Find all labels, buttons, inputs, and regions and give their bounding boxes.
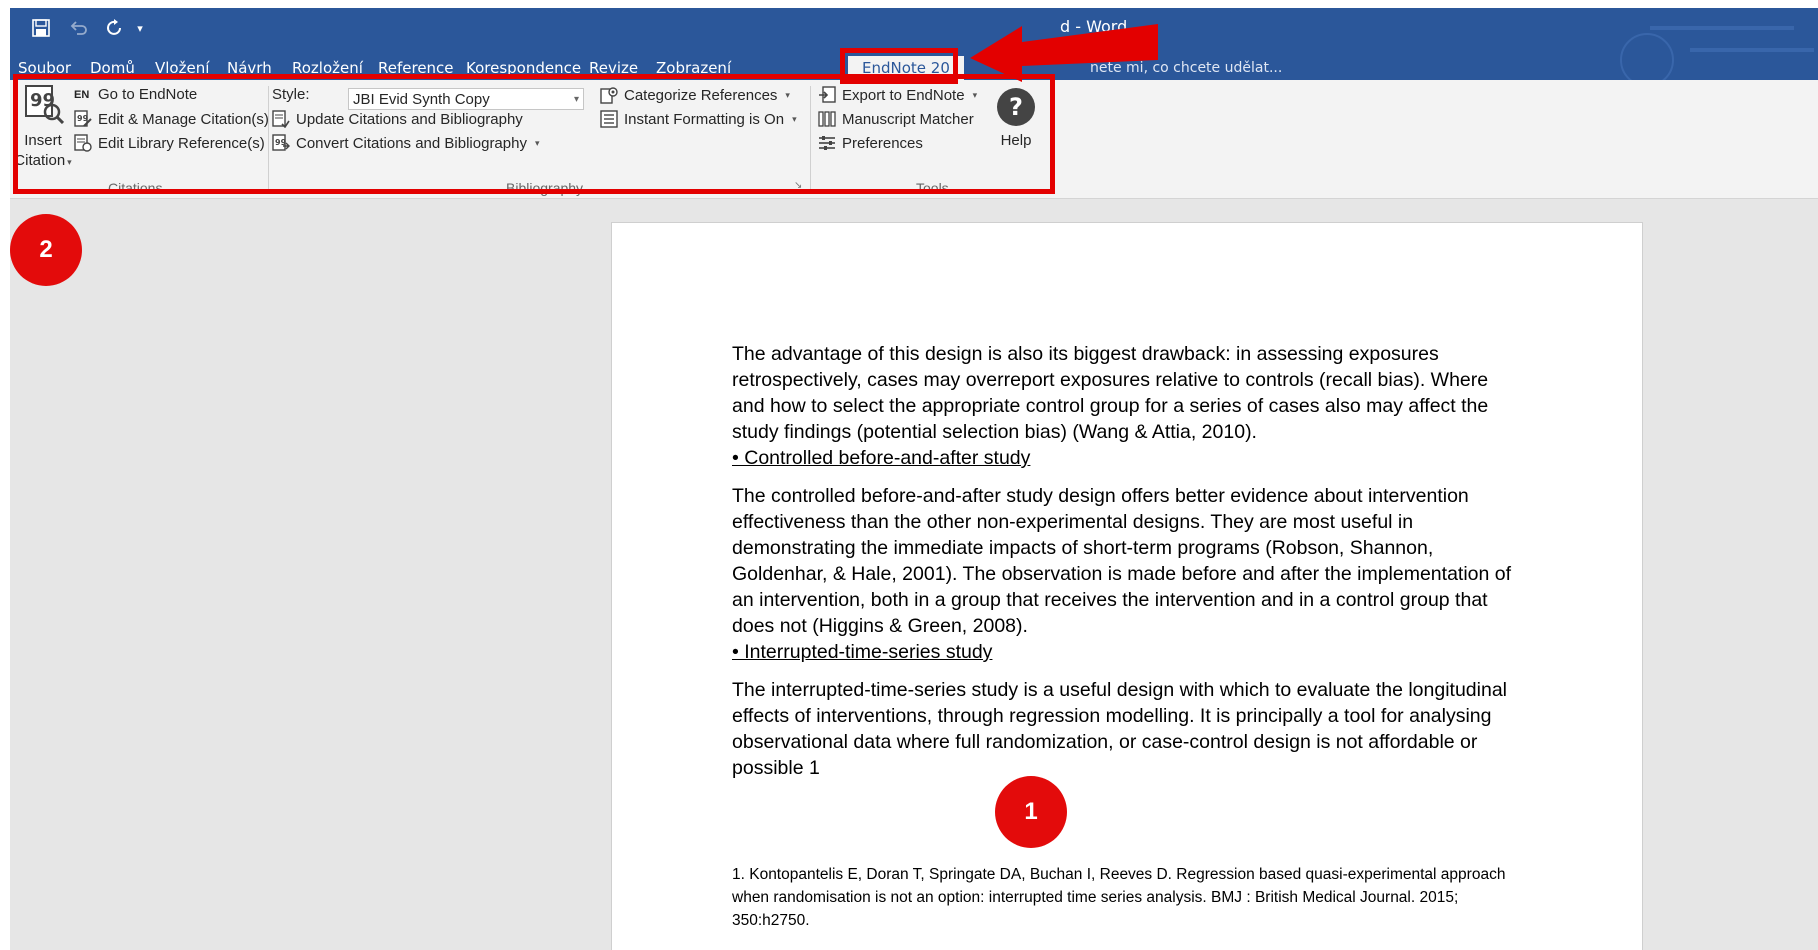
chevron-down-icon: ▾ bbox=[534, 137, 540, 148]
help-icon: ? bbox=[997, 88, 1035, 126]
ribbon-endnote: 99 Insert Citation ▾ EN Go to EndNote 99 … bbox=[10, 80, 1818, 199]
go-to-endnote-label: Go to EndNote bbox=[98, 86, 198, 103]
tab-domu[interactable]: Domů bbox=[90, 56, 135, 80]
badge-one: 1 bbox=[995, 776, 1067, 848]
tab-zobrazeni[interactable]: Zobrazení bbox=[656, 56, 731, 80]
group-label-tools: Tools bbox=[916, 180, 949, 196]
decor-circle-icon bbox=[1620, 33, 1674, 80]
tab-revize[interactable]: Revize bbox=[589, 56, 638, 80]
preferences-button[interactable]: Preferences bbox=[818, 134, 923, 152]
update-citations-label: Update Citations and Bibliography bbox=[296, 110, 523, 128]
insert-citation-button[interactable]: 99 Insert Citation ▾ bbox=[14, 84, 72, 176]
word-window: ▾ d - Word Soubor Domů Vložení Návrh Roz… bbox=[10, 8, 1818, 950]
chevron-down-icon: ▾ bbox=[785, 89, 790, 100]
manuscript-matcher-button[interactable]: Manuscript Matcher bbox=[818, 110, 974, 128]
edit-manage-citations-button[interactable]: 99 Edit & Manage Citation(s) bbox=[74, 110, 269, 128]
convert-citations-icon: 99 bbox=[272, 134, 290, 151]
redo-icon[interactable] bbox=[102, 14, 128, 42]
save-icon[interactable] bbox=[28, 14, 54, 42]
group-label-bibliography: Bibliography bbox=[506, 180, 584, 196]
title-bar: ▾ d - Word Soubor Domů Vložení Návrh Roz… bbox=[10, 8, 1818, 80]
chevron-down-icon: ▾ bbox=[792, 113, 797, 124]
paragraph: The interrupted-time-series study is a u… bbox=[732, 679, 1508, 779]
undo-icon[interactable] bbox=[62, 14, 96, 42]
tab-korespondence[interactable]: Korespondence bbox=[466, 56, 581, 80]
preferences-label: Preferences bbox=[842, 134, 923, 152]
document-body[interactable]: The advantage of this design is also its… bbox=[732, 341, 1522, 781]
convert-citations-button[interactable]: 99 Convert Citations and Bibliography ▾ bbox=[272, 134, 540, 152]
footnote: 1. Kontopantelis E, Doran T, Springate D… bbox=[732, 866, 1506, 929]
group-separator bbox=[268, 86, 269, 190]
go-to-endnote-button[interactable]: EN Go to EndNote bbox=[74, 86, 197, 103]
update-citations-button[interactable]: Update Citations and Bibliography bbox=[272, 110, 523, 128]
manuscript-matcher-label: Manuscript Matcher bbox=[842, 110, 974, 128]
insert-label: Insert bbox=[24, 132, 62, 149]
chevron-down-icon: ▾ bbox=[573, 94, 579, 105]
instant-formatting-label: Instant Formatting is On bbox=[624, 110, 785, 128]
instant-formatting-icon bbox=[600, 110, 618, 128]
tab-rozlozeni[interactable]: Rozložení bbox=[292, 56, 363, 80]
manuscript-matcher-icon bbox=[818, 111, 836, 127]
categorize-label: Categorize References bbox=[624, 86, 778, 104]
style-dropdown-value: JBI Evid Synth Copy bbox=[353, 91, 490, 108]
style-dropdown[interactable]: JBI Evid Synth Copy ▾ bbox=[348, 88, 584, 110]
style-label: Style: bbox=[272, 86, 310, 103]
export-icon bbox=[819, 86, 836, 103]
instant-formatting-button[interactable]: Instant Formatting is On ▾ bbox=[600, 110, 797, 128]
categorize-icon bbox=[600, 87, 618, 104]
group-label-citations: Citations bbox=[108, 180, 163, 196]
edit-library-icon bbox=[74, 134, 92, 152]
insert-citation-icon: 99 bbox=[25, 85, 64, 124]
customize-qat-icon[interactable]: ▾ bbox=[132, 14, 148, 42]
convert-citations-label: Convert Citations and Bibliography bbox=[296, 134, 527, 152]
paragraph: The advantage of this design is also its… bbox=[732, 343, 1489, 443]
edit-citation-icon: 99 bbox=[74, 110, 92, 127]
svg-text:?: ? bbox=[1009, 93, 1023, 121]
help-button[interactable]: ? Help bbox=[992, 86, 1040, 156]
help-label: Help bbox=[1000, 132, 1032, 149]
paragraph: effectiveness than the other non-experim… bbox=[732, 511, 1512, 637]
tab-reference[interactable]: Reference bbox=[378, 56, 454, 80]
bullet-heading: • Interrupted-time-series study bbox=[732, 641, 993, 663]
red-arrow-icon bbox=[970, 24, 1158, 82]
edit-library-references-button[interactable]: Edit Library Reference(s) bbox=[74, 134, 265, 152]
citation-label: Citation ▾ bbox=[14, 152, 72, 169]
categorize-references-button[interactable]: Categorize References ▾ bbox=[600, 86, 790, 104]
decor-line-icon bbox=[1690, 48, 1814, 52]
svg-text:99: 99 bbox=[77, 114, 89, 123]
tab-navrh[interactable]: Návrh bbox=[227, 56, 272, 80]
preferences-icon bbox=[819, 136, 835, 150]
edit-library-label: Edit Library Reference(s) bbox=[98, 134, 265, 152]
svg-text:99: 99 bbox=[30, 90, 55, 111]
tab-soubor[interactable]: Soubor bbox=[18, 56, 71, 80]
export-label: Export to EndNote bbox=[842, 86, 965, 104]
export-to-endnote-button[interactable]: Export to EndNote ▾ bbox=[818, 86, 977, 104]
update-citations-icon bbox=[272, 110, 290, 128]
group-separator bbox=[810, 86, 811, 190]
paragraph: The controlled before-and-after study de… bbox=[732, 485, 1469, 507]
endnote-icon: EN bbox=[74, 88, 90, 101]
document-page[interactable]: The advantage of this design is also its… bbox=[611, 222, 1643, 950]
tab-vlozeni[interactable]: Vložení bbox=[155, 56, 209, 80]
bullet-heading: • Controlled before-and-after study bbox=[732, 447, 1031, 469]
chevron-down-icon: ▾ bbox=[972, 89, 978, 100]
edit-manage-label: Edit & Manage Citation(s) bbox=[98, 110, 269, 128]
dialog-launcher-icon[interactable]: ↘ bbox=[794, 180, 802, 191]
badge-two: 2 bbox=[10, 214, 82, 286]
tab-endnote[interactable]: EndNote 20 bbox=[848, 56, 964, 80]
decor-line-icon bbox=[1650, 26, 1794, 30]
